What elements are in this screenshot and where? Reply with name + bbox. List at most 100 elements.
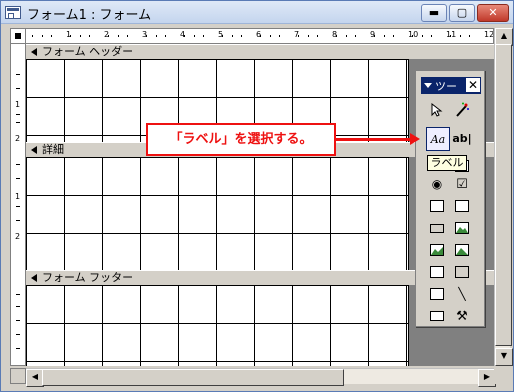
- bound-object-icon: [455, 244, 469, 256]
- scroll-down-button[interactable]: ▼: [495, 348, 513, 366]
- combo-box-tool[interactable]: [426, 195, 448, 217]
- section-arrow-icon: [31, 146, 37, 154]
- line-tool[interactable]: ╲: [451, 283, 473, 305]
- callout-arrow-icon: [410, 133, 420, 145]
- toolbox-panel[interactable]: ツー ✕ Aa ab| ◉ ☑ ╲ ⚒: [415, 70, 485, 327]
- ruler-tick: [108, 35, 109, 37]
- section-bar-form-header[interactable]: フォーム ヘッダー: [26, 44, 494, 60]
- ruler-tick: [383, 35, 385, 37]
- option-button-tool[interactable]: ◉: [426, 173, 448, 195]
- vertical-ruler-tick: [16, 164, 20, 165]
- ruler-tick: [431, 35, 432, 37]
- rectangle-icon: [430, 311, 444, 321]
- section-arrow-icon: [31, 48, 37, 56]
- textbox-tool-icon: ab|: [452, 131, 472, 145]
- unbound-object-frame-tool[interactable]: [426, 239, 448, 261]
- list-box-icon: [455, 200, 469, 212]
- section-label-form-header: フォーム ヘッダー: [42, 45, 134, 58]
- subform-tool[interactable]: [426, 283, 448, 305]
- more-controls-tool[interactable]: ⚒: [451, 305, 473, 327]
- ruler-tick: [146, 35, 147, 37]
- ruler-tick: [269, 35, 271, 37]
- maximize-button[interactable]: ▢: [449, 4, 475, 22]
- close-button[interactable]: ✕: [477, 4, 509, 22]
- ruler-tick: [70, 35, 71, 37]
- unbound-object-icon: [430, 244, 444, 256]
- select-objects-tool[interactable]: [426, 99, 448, 121]
- ruler-tick: [193, 35, 195, 37]
- label-tool[interactable]: Aa: [426, 127, 450, 151]
- check-box-icon: ☑: [456, 176, 468, 192]
- vertical-scrollbar[interactable]: ▲ ▼: [494, 28, 513, 366]
- command-button-icon: [430, 223, 444, 233]
- ruler-tick: [222, 35, 223, 37]
- tooltip-label: ラベル: [427, 155, 467, 171]
- vertical-ruler[interactable]: 1 2 1 2: [10, 44, 26, 366]
- ruler-tick: [127, 35, 128, 37]
- vertical-ruler-tick: [16, 88, 20, 89]
- vertical-ruler-number: 2: [15, 134, 21, 143]
- ruler-tick: [336, 35, 337, 37]
- horizontal-scrollbar[interactable]: ◀ ▶: [26, 368, 496, 387]
- page-break-icon: [430, 266, 444, 278]
- vertical-ruler-tick: [16, 74, 20, 75]
- form-footer-grid[interactable]: [26, 285, 409, 366]
- corner-box: [10, 368, 26, 384]
- ruler-tick: [307, 35, 309, 37]
- ruler-tick: [317, 35, 318, 37]
- tab-control-tool[interactable]: [451, 261, 473, 283]
- page-break-tool[interactable]: [426, 261, 448, 283]
- tools-icon: ⚒: [456, 308, 468, 324]
- ruler-tick: [345, 35, 347, 37]
- vertical-ruler-tick: [16, 114, 20, 115]
- vertical-ruler-tick: [16, 306, 20, 307]
- vertical-ruler-tick: [16, 334, 20, 335]
- callout-arrow-line: [336, 138, 416, 141]
- command-button-tool[interactable]: [426, 217, 448, 239]
- vertical-ruler-tick: [16, 320, 20, 321]
- ruler-tick: [279, 35, 280, 37]
- toolbox-close-button[interactable]: ✕: [466, 78, 480, 92]
- window-title: フォーム1 : フォーム: [27, 8, 152, 23]
- ruler-tick: [41, 35, 43, 37]
- line-icon: ╲: [458, 287, 466, 301]
- vertical-ruler-number: 1: [15, 100, 21, 109]
- check-box-tool[interactable]: ☑: [451, 173, 473, 195]
- bound-object-frame-tool[interactable]: [451, 239, 473, 261]
- section-arrow-icon: [31, 274, 37, 282]
- ruler-tick: [79, 35, 81, 37]
- ruler-tick: [393, 35, 394, 37]
- toolbox-menu-icon[interactable]: [424, 83, 432, 88]
- option-button-icon: ◉: [431, 177, 443, 191]
- form-selector[interactable]: [10, 28, 26, 44]
- horizontal-ruler[interactable]: 1 2 3 4 5 6 7 8 9 10 11 12: [26, 28, 494, 44]
- wand-icon: [456, 102, 469, 117]
- vertical-ruler-tick: [16, 206, 20, 207]
- ruler-tick: [51, 35, 52, 37]
- control-wizards-tool[interactable]: [451, 99, 473, 121]
- image-tool[interactable]: [451, 217, 473, 239]
- toolbox-title: ツー: [435, 80, 457, 93]
- vertical-ruler-number: 2: [15, 232, 21, 241]
- title-bar[interactable]: フォーム1 : フォーム ▬ ▢ ✕: [1, 1, 513, 24]
- size-grip[interactable]: [494, 368, 510, 384]
- ruler-tick: [355, 35, 356, 37]
- ruler-tick: [469, 35, 470, 37]
- ruler-tick: [184, 35, 185, 37]
- ruler-number: 10: [408, 30, 419, 39]
- combo-box-icon: [430, 200, 444, 212]
- toolbox-title-bar[interactable]: ツー ✕: [421, 77, 481, 94]
- minimize-button[interactable]: ▬: [421, 4, 447, 22]
- list-box-tool[interactable]: [451, 195, 473, 217]
- ruler-tick: [231, 35, 233, 37]
- subform-icon: [430, 288, 444, 300]
- horizontal-scroll-thumb[interactable]: [42, 369, 344, 386]
- detail-grid[interactable]: [26, 157, 409, 273]
- textbox-tool[interactable]: ab|: [451, 127, 473, 149]
- ruler-tick: [203, 35, 204, 37]
- rectangle-tool[interactable]: [426, 305, 448, 327]
- ruler-number: 11: [446, 30, 457, 39]
- ruler-tick: [155, 35, 157, 37]
- vertical-scroll-thumb[interactable]: [495, 44, 512, 346]
- ruler-number: 12: [484, 30, 494, 39]
